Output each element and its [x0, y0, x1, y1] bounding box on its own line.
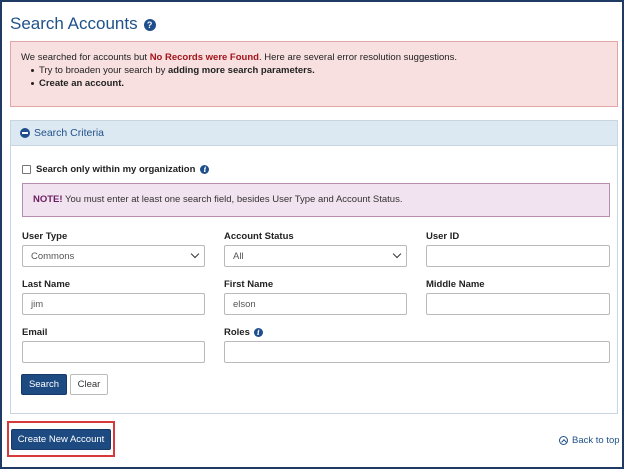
clear-button[interactable]: Clear	[70, 374, 108, 395]
middle-name-input[interactable]	[426, 293, 610, 315]
title-row: Search Accounts ?	[10, 13, 156, 35]
middle-name-label: Middle Name	[426, 279, 485, 290]
search-criteria-panel: Search Criteria Search only within my or…	[10, 120, 618, 414]
suggestion-list: Try to broaden your search by adding mor…	[21, 64, 607, 90]
first-name-input[interactable]: elson	[224, 293, 407, 315]
account-status-label: Account Status	[224, 231, 294, 242]
search-criteria-title: Search Criteria	[34, 127, 105, 139]
search-criteria-toggle[interactable]: Search Criteria	[11, 121, 617, 146]
note-box: NOTE! You must enter at least one search…	[22, 183, 610, 217]
org-only-checkbox[interactable]	[22, 165, 31, 174]
info-icon[interactable]: i	[200, 165, 210, 174]
search-button[interactable]: Search	[21, 374, 67, 395]
first-name-label: First Name	[224, 279, 274, 290]
user-type-label: User Type	[22, 231, 68, 242]
help-icon[interactable]: ?	[143, 19, 156, 31]
user-id-label: User ID	[426, 231, 460, 242]
info-icon[interactable]: i	[253, 328, 263, 337]
email-input[interactable]	[22, 341, 205, 363]
suggestion-create: Create an account.	[31, 77, 607, 90]
create-account-highlight: Create New Account	[7, 421, 115, 457]
suggestion-broaden: Try to broaden your search by adding mor…	[31, 64, 607, 77]
note-label: NOTE!	[33, 194, 63, 205]
back-to-top-link[interactable]: Back to top	[559, 435, 620, 446]
last-name-label: Last Name	[22, 279, 71, 290]
collapse-icon	[20, 128, 30, 138]
user-type-select[interactable]: Commons	[22, 245, 205, 267]
org-only-row: Search only within my organization i	[22, 164, 210, 175]
create-new-account-button[interactable]: Create New Account	[11, 429, 111, 450]
last-name-input[interactable]: jim	[22, 293, 205, 315]
page-frame: Search Accounts ? We searched for accoun…	[0, 0, 624, 469]
account-status-select[interactable]: All	[224, 245, 407, 267]
user-id-input[interactable]	[426, 245, 610, 267]
chevron-down-icon	[190, 249, 200, 259]
note-text: You must enter at least one search field…	[62, 194, 403, 205]
org-only-label[interactable]: Search only within my organization	[36, 164, 195, 175]
roles-label-row: Roles i	[224, 327, 263, 338]
email-label: Email	[22, 327, 48, 338]
alert-intro: We searched for accounts but No Records …	[21, 52, 457, 63]
roles-label: Roles	[224, 327, 250, 338]
no-records-alert: We searched for accounts but No Records …	[10, 41, 618, 107]
roles-input[interactable]	[224, 341, 610, 363]
no-records-text: No Records were Found	[149, 52, 259, 63]
chevron-down-icon	[392, 249, 402, 259]
page-title: Search Accounts	[10, 14, 138, 33]
arrow-up-icon	[559, 436, 568, 445]
